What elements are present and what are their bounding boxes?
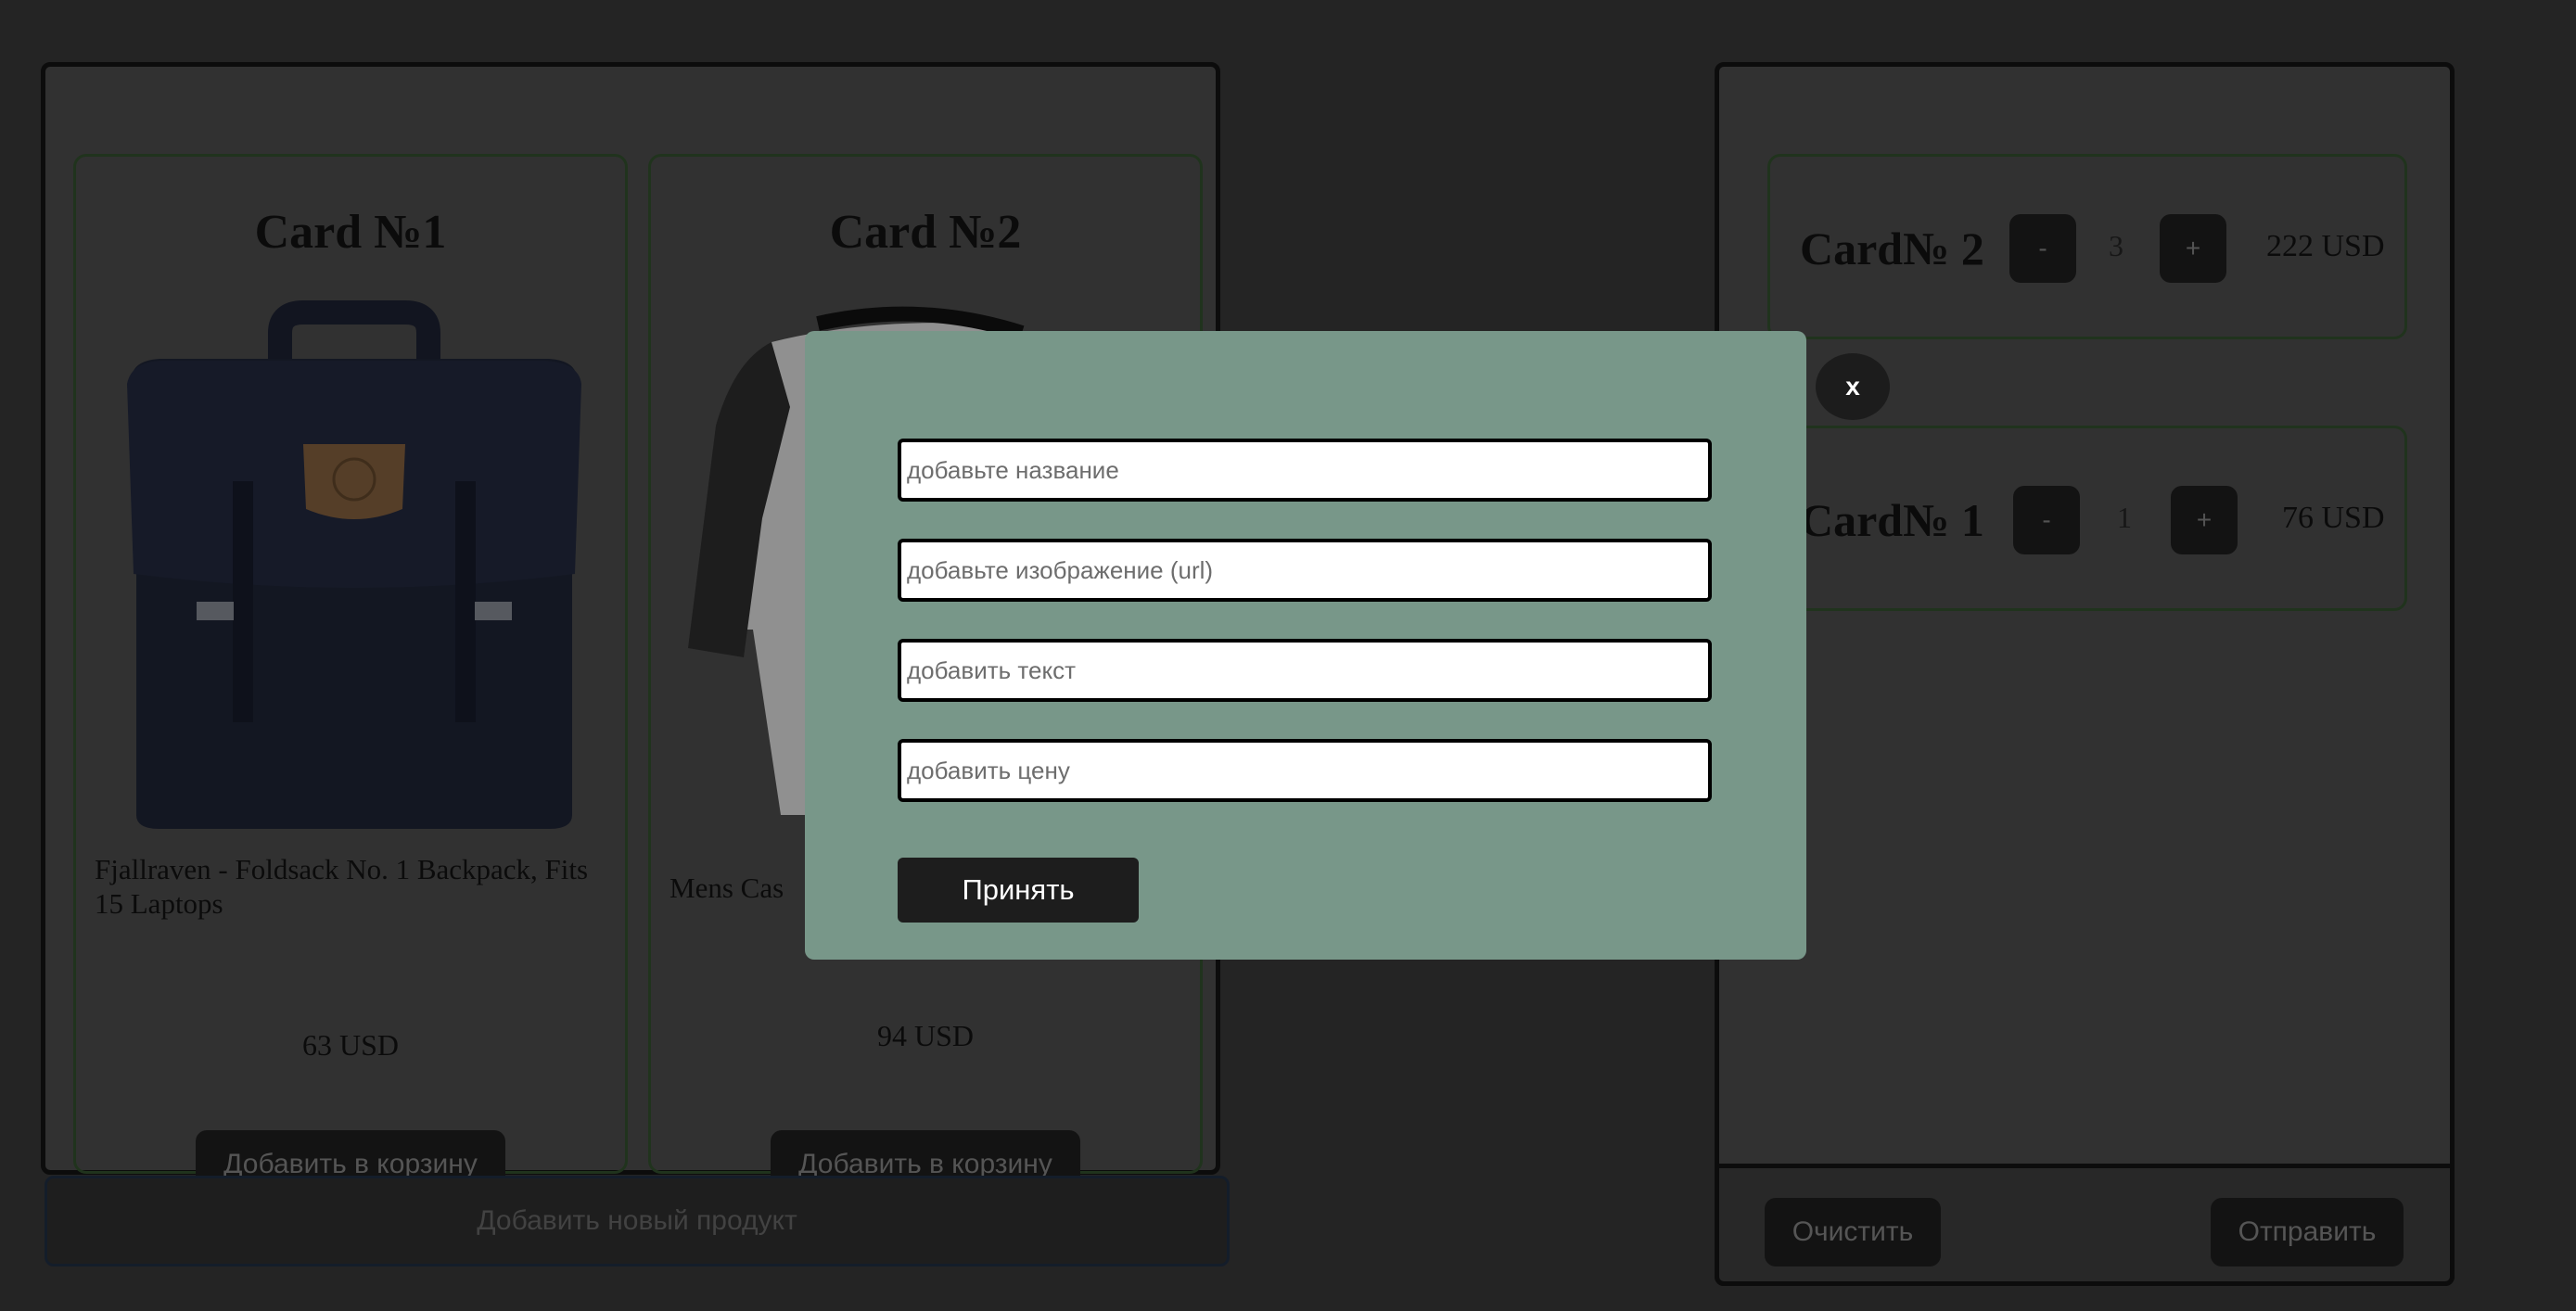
product-text-input[interactable]: [898, 639, 1712, 702]
product-name-input[interactable]: [898, 439, 1712, 502]
add-product-modal: Принять: [805, 331, 1806, 960]
accept-button[interactable]: Принять: [898, 858, 1139, 923]
product-image-url-input[interactable]: [898, 539, 1712, 602]
close-modal-button[interactable]: x: [1816, 353, 1890, 420]
product-price-input[interactable]: [898, 739, 1712, 802]
close-icon: x: [1845, 372, 1860, 401]
